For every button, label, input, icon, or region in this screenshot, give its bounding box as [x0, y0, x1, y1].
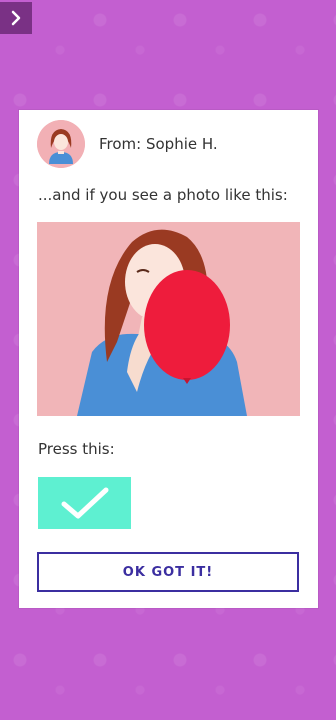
chevron-right-icon — [11, 10, 21, 26]
woman-with-balloon-illustration — [37, 222, 300, 416]
press-text: Press this: — [38, 440, 115, 458]
check-button[interactable] — [38, 477, 131, 529]
from-label: From: Sophie H. — [99, 135, 218, 153]
intro-text: ...and if you see a photo like this: — [38, 186, 288, 204]
checkmark-icon — [61, 487, 108, 519]
ok-got-it-button[interactable]: OK GOT IT! — [37, 552, 299, 592]
back-button[interactable] — [0, 2, 32, 34]
avatar — [37, 120, 85, 168]
sophie-avatar-image — [37, 120, 85, 168]
from-row: From: Sophie H. — [37, 120, 218, 168]
message-card: From: Sophie H. ...and if you see a phot… — [19, 110, 318, 608]
example-photo — [37, 222, 300, 416]
